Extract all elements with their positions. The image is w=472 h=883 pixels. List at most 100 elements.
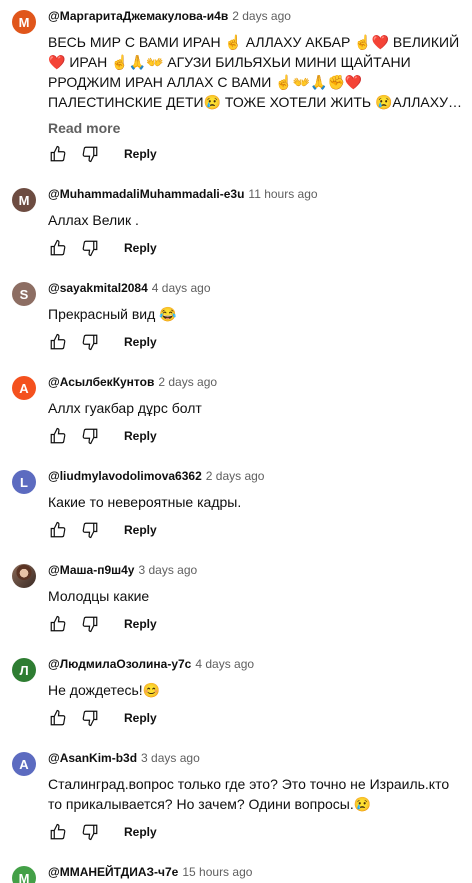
comment-text: ВЕСЬ МИР С ВАМИ ИРАН ☝️ АЛЛАХУ АКБАР ☝️❤… [48, 34, 460, 110]
thumb-down-icon [82, 824, 98, 841]
like-button[interactable] [42, 138, 74, 170]
avatar[interactable]: L [12, 470, 36, 494]
thumb-up-icon [50, 823, 66, 840]
comment-text: Не дождетесь!😊 [48, 682, 161, 698]
comment-header: @sayakmital2084 4 days ago [48, 280, 464, 296]
thumb-up-icon [50, 239, 66, 256]
read-more-button[interactable]: Read more [48, 118, 464, 138]
dislike-button[interactable] [74, 816, 106, 848]
reply-button[interactable]: Reply [124, 523, 157, 537]
comment-header: @MuhammadaliMuhammadali-e3u 11 hours ago [48, 186, 464, 202]
comment-time[interactable]: 11 hours ago [248, 187, 317, 201]
comment-header: @ММАНЕЙТДИАЗ-ч7е 15 hours ago [48, 864, 464, 880]
thumb-up-icon [50, 145, 66, 162]
comment-header: @Маша-п9ш4у 3 days ago [48, 562, 464, 578]
comment-body: @liudmylavodolimova6362 2 days ago Какие … [48, 468, 464, 512]
dislike-button[interactable] [74, 420, 106, 452]
comment-time[interactable]: 2 days ago [158, 375, 217, 389]
dislike-button[interactable] [74, 514, 106, 546]
comment-body: @Маша-п9ш4у 3 days ago Молодцы какие [48, 562, 464, 606]
comment-actions: Reply [42, 514, 157, 546]
author-name[interactable]: @liudmylavodolimova6362 [48, 469, 202, 483]
like-button[interactable] [42, 232, 74, 264]
author-name[interactable]: @ММАНЕЙТДИАЗ-ч7е [48, 865, 178, 879]
comment-text: Какие то невероятные кадры. [48, 494, 242, 510]
dislike-button[interactable] [74, 232, 106, 264]
avatar[interactable]: M [12, 188, 36, 212]
comment-time[interactable]: 4 days ago [195, 657, 254, 671]
comment-text: Молодцы какие [48, 588, 150, 604]
avatar[interactable] [12, 564, 36, 588]
comment-body: @sayakmital2084 4 days ago Прекрасный вид… [48, 280, 464, 324]
thumb-up-icon [50, 615, 66, 632]
reply-button[interactable]: Reply [124, 335, 157, 349]
like-button[interactable] [42, 702, 74, 734]
avatar[interactable]: Л [12, 658, 36, 682]
comment-actions: Reply [42, 702, 157, 734]
thumb-down-icon [82, 334, 98, 351]
thumb-up-icon [50, 521, 66, 538]
avatar[interactable]: M [12, 10, 36, 34]
comment-body: @ММАНЕЙТДИАЗ-ч7е 15 hours ago [48, 864, 464, 880]
comment-time[interactable]: 2 days ago [206, 469, 265, 483]
comment-actions: Reply [42, 816, 157, 848]
comment-time[interactable]: 3 days ago [138, 563, 197, 577]
reply-button[interactable]: Reply [124, 429, 157, 443]
comment-text: Аллх гуакбар дұрс болт [48, 400, 202, 416]
comment-time[interactable]: 15 hours ago [182, 865, 252, 879]
comment-actions: Reply [42, 420, 157, 452]
reply-button[interactable]: Reply [124, 711, 157, 725]
comment-header: @ЛюдмилаОзолина-у7с 4 days ago [48, 656, 464, 672]
comment-time[interactable]: 2 days ago [232, 9, 291, 23]
like-button[interactable] [42, 608, 74, 640]
author-name[interactable]: @АсылбекКунтов [48, 375, 154, 389]
thumb-up-icon [50, 709, 66, 726]
reply-button[interactable]: Reply [124, 147, 157, 161]
comment-actions: Reply [42, 326, 157, 358]
comment-body: @АсылбекКунтов 2 days ago Аллх гуакбар дұ… [48, 374, 464, 418]
avatar[interactable]: S [12, 282, 36, 306]
author-name[interactable]: @МаргаритаДжемакулова-и4в [48, 9, 228, 23]
author-name[interactable]: @sayakmital2084 [48, 281, 148, 295]
comment-header: @AsanKim-b3d 3 days ago [48, 750, 464, 766]
comment-actions: Reply [42, 608, 157, 640]
comment-time[interactable]: 4 days ago [152, 281, 211, 295]
comment-body: @МаргаритаДжемакулова-и4в 2 days ago ВЕСЬ… [48, 8, 464, 138]
comment-header: @МаргаритаДжемакулова-и4в 2 days ago [48, 8, 464, 24]
comment-header: @АсылбекКунтов 2 days ago [48, 374, 464, 390]
comment-header: @liudmylavodolimova6362 2 days ago [48, 468, 464, 484]
comment-text: Аллах Велик . [48, 212, 139, 228]
dislike-button[interactable] [74, 326, 106, 358]
dislike-button[interactable] [74, 702, 106, 734]
comment-text: Прекрасный вид 😂 [48, 306, 177, 322]
thumb-down-icon [82, 146, 98, 163]
author-name[interactable]: @Маша-п9ш4у [48, 563, 134, 577]
comment-time[interactable]: 3 days ago [141, 751, 200, 765]
author-name[interactable]: @MuhammadaliMuhammadali-e3u [48, 187, 244, 201]
avatar[interactable]: M [12, 866, 36, 883]
comment-body: @AsanKim-b3d 3 days ago Сталинград.вопрос… [48, 750, 464, 814]
like-button[interactable] [42, 420, 74, 452]
thumb-down-icon [82, 428, 98, 445]
reply-button[interactable]: Reply [124, 825, 157, 839]
like-button[interactable] [42, 326, 74, 358]
avatar[interactable]: A [12, 752, 36, 776]
dislike-button[interactable] [74, 608, 106, 640]
author-name[interactable]: @ЛюдмилаОзолина-у7с [48, 657, 191, 671]
like-button[interactable] [42, 816, 74, 848]
thumb-up-icon [50, 333, 66, 350]
comment-body: @MuhammadaliMuhammadali-e3u 11 hours ago … [48, 186, 464, 230]
like-button[interactable] [42, 514, 74, 546]
thumb-down-icon [82, 522, 98, 539]
thumb-down-icon [82, 616, 98, 633]
comment-body: @ЛюдмилаОзолина-у7с 4 days ago Не дождете… [48, 656, 464, 700]
reply-button[interactable]: Reply [124, 241, 157, 255]
dislike-button[interactable] [74, 138, 106, 170]
avatar[interactable]: A [12, 376, 36, 400]
thumb-down-icon [82, 240, 98, 257]
reply-button[interactable]: Reply [124, 617, 157, 631]
thumb-down-icon [82, 710, 98, 727]
comment-actions: Reply [42, 232, 157, 264]
thumb-up-icon [50, 427, 66, 444]
author-name[interactable]: @AsanKim-b3d [48, 751, 137, 765]
